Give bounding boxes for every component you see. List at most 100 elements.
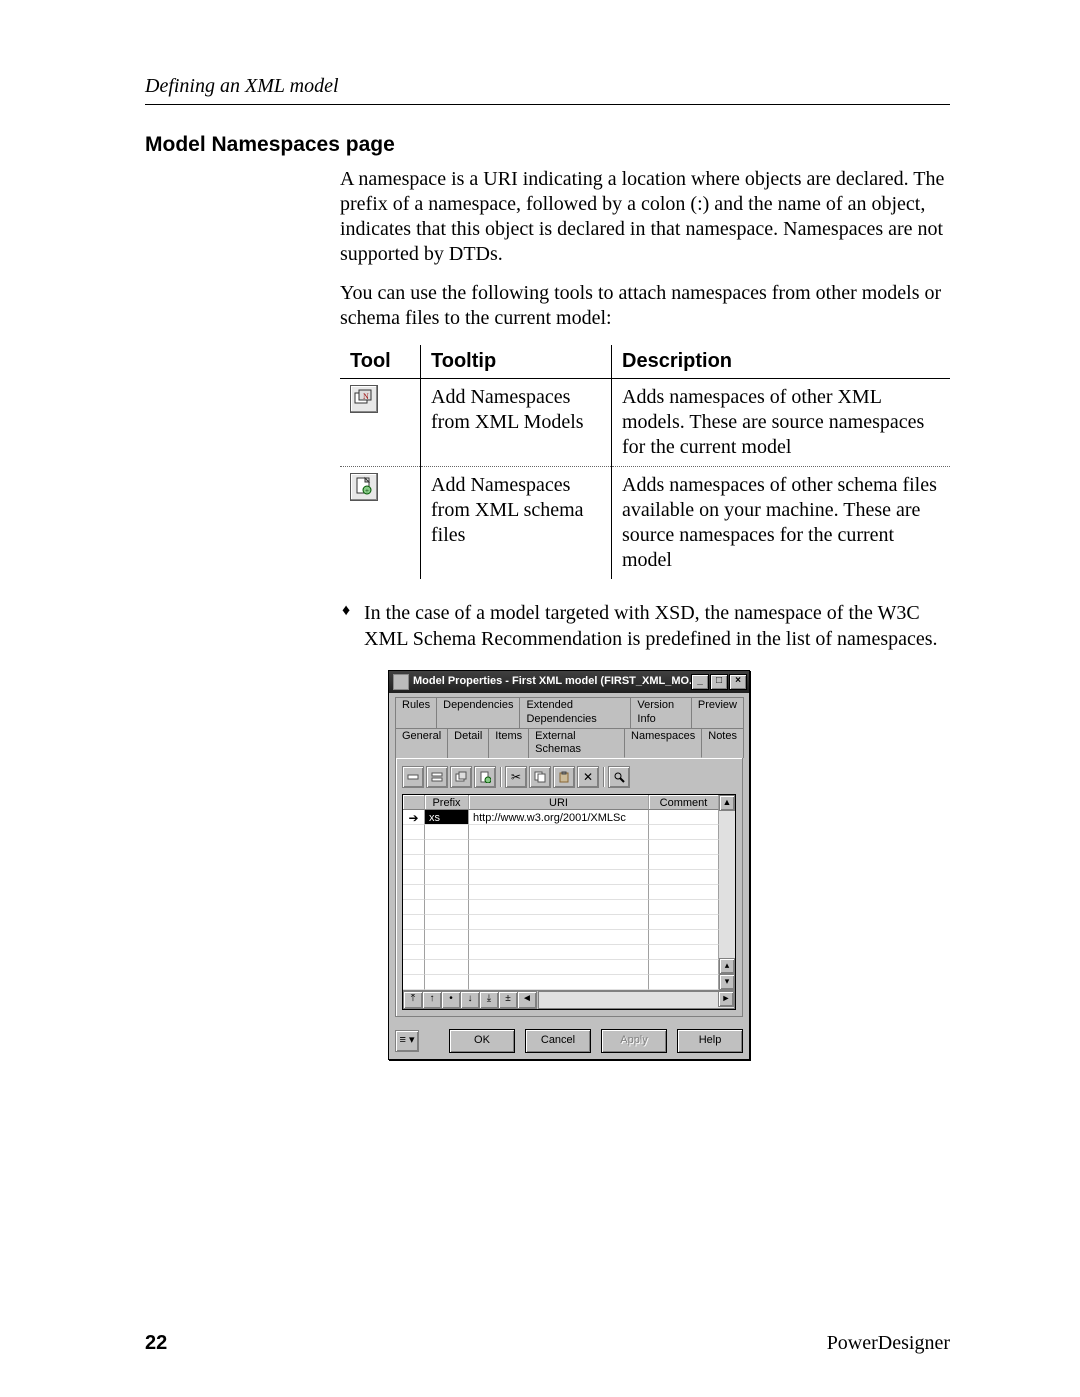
cell-prefix[interactable]	[425, 975, 469, 990]
cell-comment[interactable]	[649, 870, 719, 885]
add-ns-models-icon[interactable]	[450, 766, 472, 788]
window-minimize-button[interactable]: _	[691, 674, 709, 690]
insert-line-icon[interactable]	[402, 766, 424, 788]
tab-notes[interactable]: Notes	[701, 728, 744, 759]
cancel-button[interactable]: Cancel	[525, 1029, 591, 1053]
grid-row[interactable]	[403, 975, 719, 990]
row-selector-icon[interactable]: ➔	[403, 810, 425, 825]
cell-comment[interactable]	[649, 945, 719, 960]
cell-comment[interactable]	[649, 900, 719, 915]
dialog-menu-icon[interactable]: ≡ ▾	[395, 1030, 419, 1052]
row-selector[interactable]	[403, 900, 425, 915]
cell-uri[interactable]	[469, 870, 649, 885]
grid-row[interactable]	[403, 960, 719, 975]
tab-namespaces[interactable]: Namespaces	[624, 728, 702, 759]
cell-uri[interactable]	[469, 825, 649, 840]
scroll-down-a-icon[interactable]: ▴	[719, 958, 735, 974]
row-selector[interactable]	[403, 825, 425, 840]
cell-uri[interactable]	[469, 840, 649, 855]
cell-prefix[interactable]: xs	[425, 810, 469, 825]
cell-uri[interactable]	[469, 900, 649, 915]
cell-comment[interactable]	[649, 825, 719, 840]
cell-prefix[interactable]	[425, 930, 469, 945]
grid-row[interactable]: ➔ xs http://www.w3.org/2001/XMLSc	[403, 810, 719, 825]
tab-detail[interactable]: Detail	[447, 728, 489, 759]
grid-corner[interactable]	[403, 795, 425, 810]
tab-general[interactable]: General	[395, 728, 448, 759]
grid-row[interactable]	[403, 885, 719, 900]
paste-icon[interactable]	[553, 766, 575, 788]
cell-uri[interactable]	[469, 930, 649, 945]
apply-button[interactable]: Apply	[601, 1029, 667, 1053]
window-close-button[interactable]: ×	[729, 674, 747, 690]
nav-first-icon[interactable]: ⤒	[403, 991, 423, 1009]
nav-next-icon[interactable]: ↓	[460, 991, 480, 1009]
nav-expand-icon[interactable]: ±	[498, 991, 518, 1009]
cell-uri[interactable]	[469, 975, 649, 990]
grid-row[interactable]	[403, 900, 719, 915]
tab-version-info[interactable]: Version Info	[630, 697, 691, 728]
col-uri[interactable]: URI	[469, 795, 649, 810]
row-selector[interactable]	[403, 870, 425, 885]
grid-row[interactable]	[403, 930, 719, 945]
find-icon[interactable]	[608, 766, 630, 788]
col-prefix[interactable]: Prefix	[425, 795, 469, 810]
col-comment[interactable]: Comment	[649, 795, 719, 810]
cell-prefix[interactable]	[425, 840, 469, 855]
tab-external-schemas[interactable]: External Schemas	[528, 728, 625, 759]
nav-last-icon[interactable]: ⤓	[479, 991, 499, 1009]
cell-prefix[interactable]	[425, 825, 469, 840]
grid-row[interactable]	[403, 915, 719, 930]
tab-items[interactable]: Items	[488, 728, 529, 759]
tab-extended-dependencies[interactable]: Extended Dependencies	[519, 697, 631, 728]
window-maximize-button[interactable]: □	[710, 674, 728, 690]
dialog-titlebar[interactable]: Model Properties - First XML model (FIRS…	[389, 671, 749, 693]
row-selector[interactable]	[403, 975, 425, 990]
cell-prefix[interactable]	[425, 945, 469, 960]
row-selector[interactable]	[403, 885, 425, 900]
tab-rules[interactable]: Rules	[395, 697, 437, 728]
row-selector[interactable]	[403, 855, 425, 870]
cell-uri[interactable]: http://www.w3.org/2001/XMLSc	[469, 810, 649, 825]
cell-comment[interactable]	[649, 840, 719, 855]
add-ns-schema-icon[interactable]	[474, 766, 496, 788]
row-selector[interactable]	[403, 945, 425, 960]
grid-row[interactable]	[403, 855, 719, 870]
cell-prefix[interactable]	[425, 885, 469, 900]
scroll-down-b-icon[interactable]: ▾	[719, 974, 735, 990]
ok-button[interactable]: OK	[449, 1029, 515, 1053]
cell-comment[interactable]	[649, 975, 719, 990]
tab-preview[interactable]: Preview	[691, 697, 744, 728]
cell-comment[interactable]	[649, 810, 719, 825]
help-button[interactable]: Help	[677, 1029, 743, 1053]
delete-icon[interactable]: ✕	[577, 766, 599, 788]
cell-comment[interactable]	[649, 960, 719, 975]
copy-icon[interactable]	[529, 766, 551, 788]
cell-comment[interactable]	[649, 930, 719, 945]
cell-comment[interactable]	[649, 855, 719, 870]
horizontal-scrollbar[interactable]: ►	[538, 991, 735, 1009]
cell-uri[interactable]	[469, 885, 649, 900]
cell-prefix[interactable]	[425, 960, 469, 975]
cell-uri[interactable]	[469, 945, 649, 960]
namespaces-grid[interactable]: Prefix URI Comment ➔ xs http://www.w3.or…	[402, 794, 736, 1010]
cell-prefix[interactable]	[425, 900, 469, 915]
cut-icon[interactable]: ✂	[505, 766, 527, 788]
cell-prefix[interactable]	[425, 915, 469, 930]
add-line-icon[interactable]	[426, 766, 448, 788]
cell-comment[interactable]	[649, 885, 719, 900]
vertical-scrollbar[interactable]: ▲ ▴ ▾	[719, 795, 735, 990]
grid-row[interactable]	[403, 945, 719, 960]
nav-scroll-left-icon[interactable]: ◄	[517, 991, 537, 1009]
row-selector[interactable]	[403, 840, 425, 855]
row-selector[interactable]	[403, 930, 425, 945]
cell-prefix[interactable]	[425, 855, 469, 870]
cell-comment[interactable]	[649, 915, 719, 930]
scroll-right-icon[interactable]: ►	[718, 991, 734, 1007]
cell-uri[interactable]	[469, 855, 649, 870]
scroll-up-icon[interactable]: ▲	[719, 795, 735, 811]
cell-uri[interactable]	[469, 960, 649, 975]
tab-dependencies[interactable]: Dependencies	[436, 697, 520, 728]
cell-prefix[interactable]	[425, 870, 469, 885]
grid-row[interactable]	[403, 870, 719, 885]
